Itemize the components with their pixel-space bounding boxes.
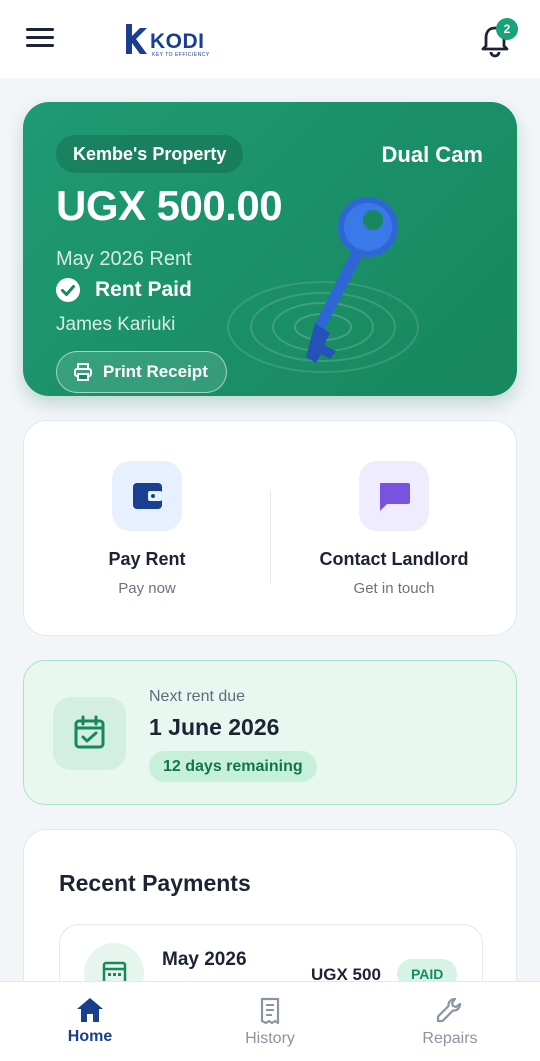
receipt-icon — [260, 997, 280, 1025]
quick-actions-card: Pay Rent Pay now Contact Landlord Get in… — [23, 420, 517, 636]
rent-period: May 2026 Rent — [56, 248, 192, 270]
rent-status: Rent Paid — [56, 276, 192, 304]
rent-amount: UGX 500.00 — [56, 182, 283, 229]
print-receipt-button[interactable]: Print Receipt — [56, 351, 227, 393]
wrench-icon — [436, 997, 462, 1023]
pay-rent-title: Pay Rent — [108, 549, 186, 569]
contact-landlord-action[interactable]: Contact Landlord Get in touch — [271, 461, 517, 597]
logo-text: KODI — [150, 30, 205, 53]
property-chip: Kembe's Property — [56, 135, 244, 173]
nav-home[interactable]: Home — [0, 982, 180, 1061]
status-text: Rent Paid — [95, 278, 192, 301]
unit-name: Dual Cam — [381, 142, 483, 167]
nav-home-label: Home — [67, 1028, 113, 1045]
next-due-date: 1 June 2026 — [149, 714, 280, 740]
rent-status-card: Kembe's Property Dual Cam UGX 500.00 May… — [23, 102, 517, 396]
nav-history-label: History — [245, 1030, 295, 1047]
contact-landlord-subtitle: Get in touch — [353, 580, 435, 597]
pay-rent-subtitle: Pay now — [118, 580, 176, 597]
check-circle-icon — [56, 278, 80, 302]
print-receipt-label: Print Receipt — [103, 362, 208, 381]
menu-icon[interactable] — [26, 28, 54, 50]
printer-icon — [74, 363, 92, 381]
logo-mark-icon — [126, 24, 147, 54]
tenant-name: James Kariuki — [56, 314, 176, 335]
kodi-logo: KODI KEY TO EFFICIENCY — [122, 22, 218, 62]
bottom-nav: Home History Repairs — [0, 981, 540, 1061]
pay-rent-action[interactable]: Pay Rent Pay now — [24, 461, 270, 597]
logo-tagline: KEY TO EFFICIENCY — [152, 52, 210, 58]
next-due-label: Next rent due — [149, 688, 246, 705]
chat-icon — [359, 461, 429, 531]
payment-month: May 2026 — [162, 949, 247, 970]
nav-repairs-label: Repairs — [422, 1030, 478, 1047]
nav-repairs[interactable]: Repairs — [360, 982, 540, 1061]
days-remaining-badge: 12 days remaining — [149, 751, 317, 782]
home-icon — [77, 998, 103, 1022]
calendar-check-icon — [53, 697, 126, 770]
notification-badge: 2 — [496, 18, 518, 40]
contact-landlord-title: Contact Landlord — [319, 549, 469, 569]
nav-history[interactable]: History — [180, 982, 360, 1061]
recent-payments-title: Recent Payments — [59, 870, 251, 896]
wallet-icon — [112, 461, 182, 531]
app-header: KODI KEY TO EFFICIENCY 2 — [0, 0, 540, 78]
next-rent-due-card: Next rent due 1 June 2026 12 days remain… — [23, 660, 517, 805]
